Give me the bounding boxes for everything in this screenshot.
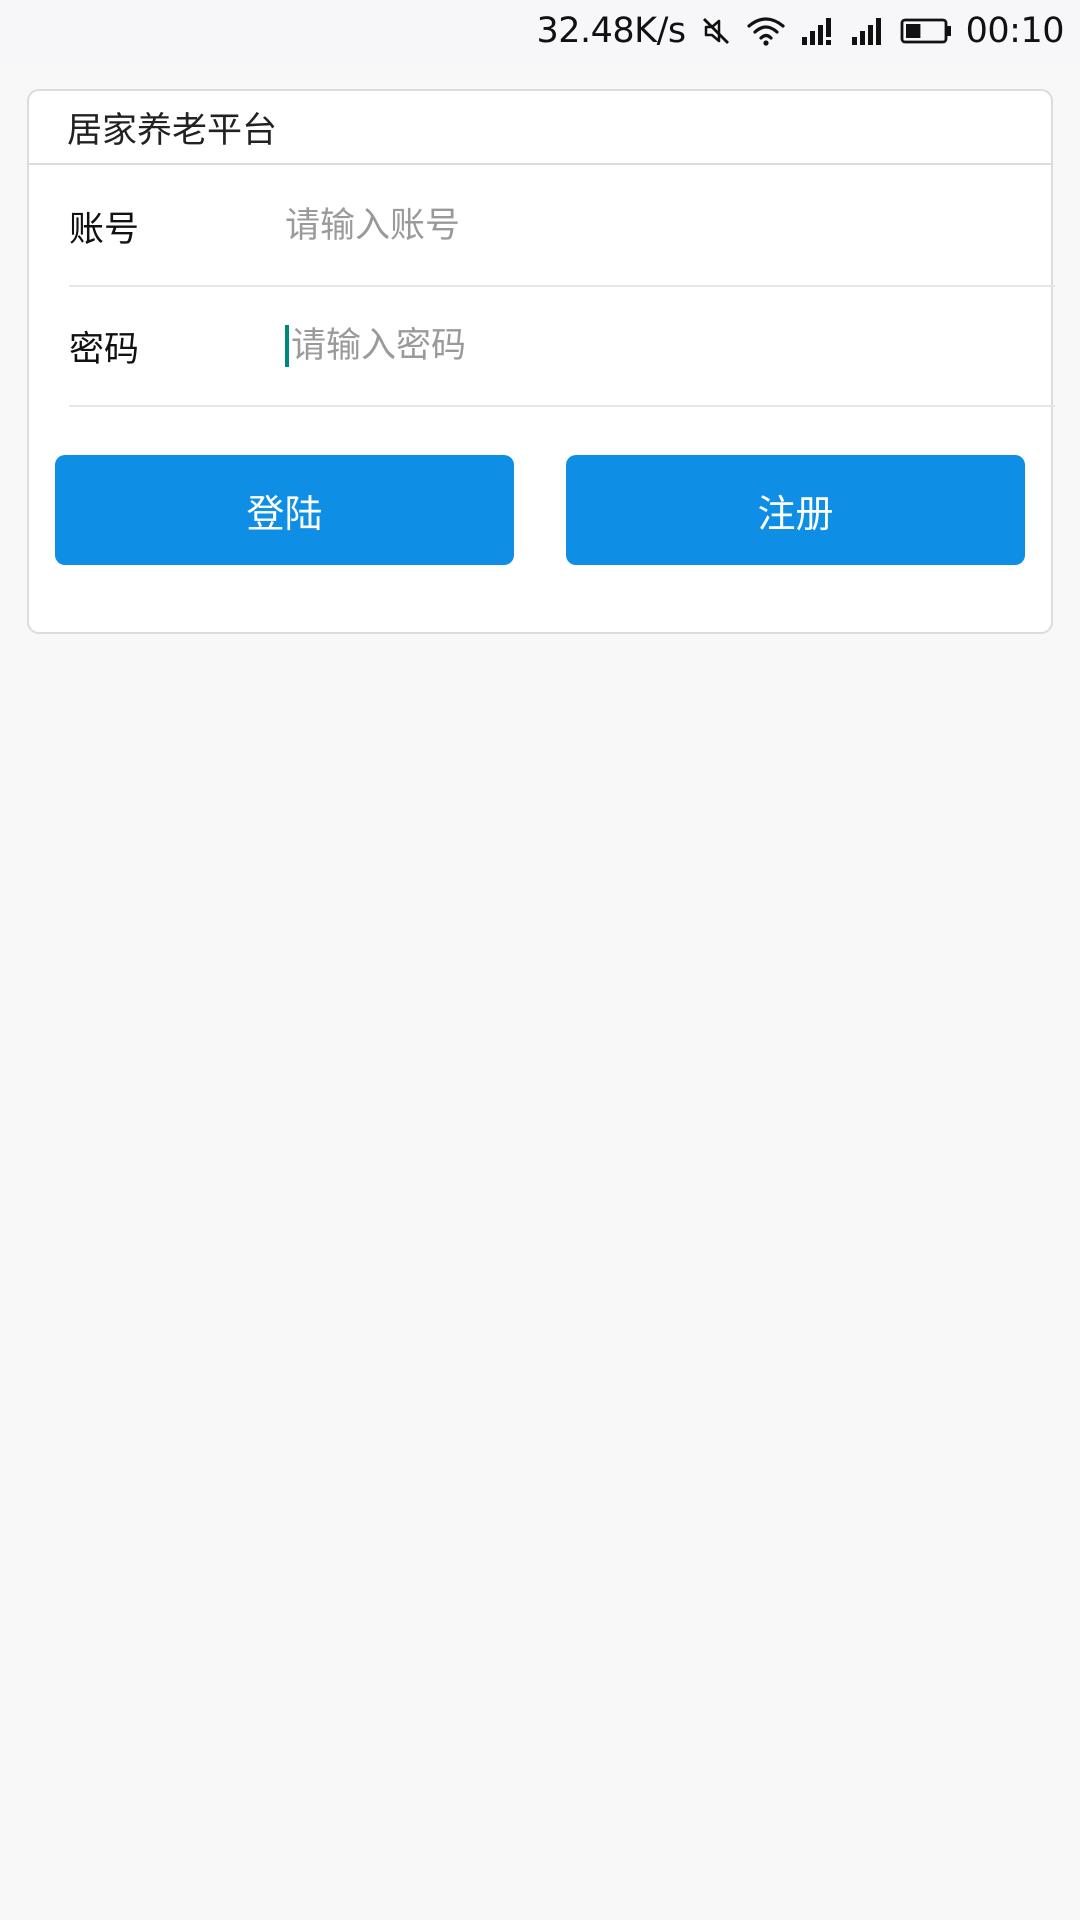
status-bar: 32.48K/s 00:10 [0, 0, 1080, 62]
battery-icon [900, 15, 952, 47]
wifi-icon [746, 15, 786, 47]
clock: 00:10 [965, 11, 1065, 51]
account-row: 账号 [69, 167, 1055, 287]
account-label: 账号 [69, 209, 140, 250]
button-group: 登陆 注册 [55, 455, 1025, 565]
signal-icon [850, 15, 886, 47]
password-input[interactable] [291, 316, 1055, 376]
account-input[interactable] [285, 196, 1055, 256]
text-cursor [285, 325, 289, 367]
mute-icon [700, 15, 732, 47]
page-title: 居家养老平台 [67, 110, 278, 151]
signal-icon [800, 15, 836, 47]
network-speed: 32.48K/s [536, 11, 686, 51]
login-card: 居家养老平台 账号 密码 登陆 注册 [27, 89, 1055, 634]
register-button[interactable]: 注册 [566, 455, 1025, 565]
card-header: 居家养老平台 [29, 91, 1051, 165]
password-row: 密码 [69, 287, 1055, 407]
login-button[interactable]: 登陆 [55, 455, 514, 565]
password-label: 密码 [69, 329, 140, 370]
